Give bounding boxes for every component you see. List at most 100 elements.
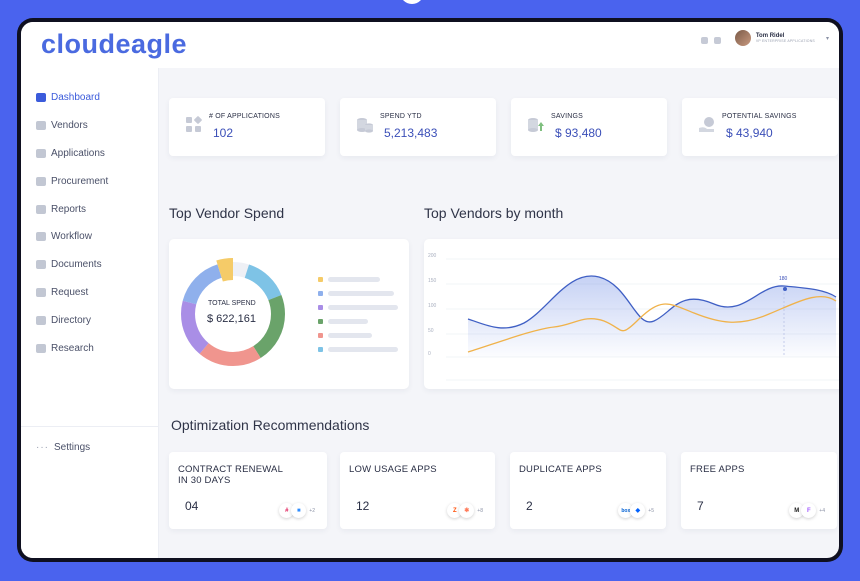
recommendation-title: DUPLICATE APPS bbox=[519, 464, 602, 475]
more-apps-count: +4 bbox=[819, 507, 825, 514]
vendors-icon bbox=[36, 121, 46, 131]
legend-placeholder-bar bbox=[328, 291, 394, 296]
device-notch bbox=[400, 0, 424, 4]
y-tick-label: 100 bbox=[428, 303, 437, 309]
avatar bbox=[734, 30, 751, 46]
sidebar-item-directory[interactable]: Directory bbox=[36, 306, 108, 334]
legend-placeholder-bar bbox=[328, 347, 398, 352]
legend-swatch bbox=[318, 305, 323, 310]
legend-placeholder-bar bbox=[328, 277, 380, 282]
sidebar-item-label: Reports bbox=[51, 203, 87, 215]
recommendation-card[interactable]: LOW USAGE APPS 12 Z ✱ +8 bbox=[340, 452, 495, 529]
legend-swatch bbox=[318, 347, 323, 352]
app-screen: cloudeagle Tom Ridel VP ENTERPRISE APPLI… bbox=[21, 22, 839, 558]
hover-marker bbox=[783, 287, 787, 291]
recommendation-card[interactable]: FREE APPS 7 M F +4 bbox=[681, 452, 837, 529]
kpi-label: SPEND YTD bbox=[380, 113, 422, 120]
recommendation-app-icons[interactable]: box ◆ +5 bbox=[618, 503, 654, 518]
y-tick-label: 50 bbox=[428, 328, 434, 334]
recommendation-title-line: FREE APPS bbox=[690, 464, 745, 475]
recommendation-count: 04 bbox=[185, 499, 199, 513]
recommendation-title-line: IN 30 DAYS bbox=[178, 475, 231, 486]
sidebar-item-label: Vendors bbox=[51, 120, 88, 132]
more-apps-count: +8 bbox=[477, 507, 483, 514]
legend-swatch bbox=[318, 319, 323, 324]
sidebar-item-label: Applications bbox=[51, 147, 105, 159]
sidebar-item-settings[interactable]: ··· Settings bbox=[36, 442, 90, 453]
blue-series-area bbox=[468, 275, 836, 357]
sidebar-item-label: Settings bbox=[54, 442, 91, 453]
sidebar-item-applications[interactable]: Applications bbox=[36, 140, 108, 168]
legend-swatch bbox=[318, 291, 323, 296]
settings-dots-icon: ··· bbox=[36, 442, 49, 453]
sidebar-item-label: Request bbox=[51, 286, 89, 298]
procurement-icon bbox=[36, 176, 46, 186]
recommendation-title: FREE APPS bbox=[690, 464, 745, 475]
legend-placeholder-bar bbox=[328, 319, 368, 324]
sidebar-item-workflow[interactable]: Workflow bbox=[36, 223, 108, 251]
hand-coin-icon bbox=[699, 117, 714, 132]
total-spend-value: $ 622,161 bbox=[207, 313, 256, 325]
kpi-card-savings[interactable]: SAVINGS $ 93,480 bbox=[511, 98, 667, 156]
optimization-title: Optimization Recommendations bbox=[171, 417, 370, 433]
cloudeagle-logo[interactable]: cloudeagle bbox=[41, 29, 187, 60]
header-icons bbox=[701, 37, 721, 44]
legend-placeholder-bar bbox=[328, 333, 372, 338]
recommendation-card[interactable]: DUPLICATE APPS 2 box ◆ +5 bbox=[510, 452, 666, 529]
kpi-label: # OF APPLICATIONS bbox=[209, 113, 280, 120]
sidebar-item-procurement[interactable]: Procurement bbox=[36, 167, 108, 195]
user-role: VP ENTERPRISE APPLICATIONS bbox=[755, 39, 815, 43]
sidebar-item-dashboard[interactable]: Dashboard bbox=[36, 84, 108, 112]
research-icon bbox=[36, 343, 46, 353]
recommendation-title-line: CONTRACT RENEWAL bbox=[178, 464, 284, 475]
kpi-card-applications[interactable]: # OF APPLICATIONS 102 bbox=[169, 98, 325, 156]
applications-icon bbox=[36, 148, 46, 158]
user-menu[interactable]: Tom Ridel VP ENTERPRISE APPLICATIONS ▾ bbox=[734, 30, 829, 46]
sidebar-nav: Dashboard Vendors Applications Procurement R… bbox=[36, 84, 108, 362]
user-info: Tom Ridel VP ENTERPRISE APPLICATIONS bbox=[756, 33, 815, 43]
recommendation-card[interactable]: CONTRACT RENEWAL IN 30 DAYS 04 # ■ +2 bbox=[169, 452, 327, 529]
request-icon bbox=[36, 287, 46, 297]
sidebar-item-vendors[interactable]: Vendors bbox=[36, 112, 108, 140]
recommendation-app-icons[interactable]: Z ✱ +8 bbox=[447, 503, 483, 518]
top-vendor-spend-title: Top Vendor Spend bbox=[169, 205, 285, 221]
y-tick-label: 200 bbox=[428, 253, 437, 259]
recommendation-app-icons[interactable]: # ■ +2 bbox=[279, 503, 315, 518]
help-icon[interactable] bbox=[714, 37, 721, 44]
recommendation-title: CONTRACT RENEWAL IN 30 DAYS bbox=[178, 464, 283, 486]
documents-icon bbox=[36, 260, 46, 270]
vendors-by-month-card: 200 150 100 50 0 180 bbox=[424, 239, 839, 389]
vendor-spend-card: 34% TOTAL SPEND $ 622,161 bbox=[169, 239, 409, 389]
total-spend-label: TOTAL SPEND bbox=[208, 300, 256, 307]
recommendation-count: 2 bbox=[526, 499, 533, 513]
legend-swatch bbox=[318, 333, 323, 338]
zoom-icon: ■ bbox=[291, 503, 307, 518]
device-frame: cloudeagle Tom Ridel VP ENTERPRISE APPLI… bbox=[17, 18, 843, 562]
recommendation-count: 12 bbox=[356, 499, 370, 513]
chevron-down-icon[interactable]: ▾ bbox=[826, 35, 829, 42]
dropbox-icon: ◆ bbox=[630, 503, 646, 518]
kpi-label: POTENTIAL SAVINGS bbox=[722, 113, 797, 120]
sidebar-item-research[interactable]: Research bbox=[36, 334, 108, 362]
figma-icon: F bbox=[801, 503, 817, 518]
sidebar-item-reports[interactable]: Reports bbox=[36, 195, 108, 223]
sidebar-item-label: Workflow bbox=[51, 231, 92, 243]
highlight-percent-label: 34% bbox=[281, 285, 294, 291]
reports-icon bbox=[36, 204, 46, 214]
sidebar-item-label: Dashboard bbox=[51, 92, 100, 104]
notification-bell-icon[interactable] bbox=[701, 37, 708, 44]
recommendation-count: 7 bbox=[697, 499, 704, 513]
sidebar-item-label: Research bbox=[51, 342, 94, 354]
recommendation-app-icons[interactable]: M F +4 bbox=[789, 503, 825, 518]
sidebar-item-request[interactable]: Request bbox=[36, 279, 108, 307]
sidebar-item-documents[interactable]: Documents bbox=[36, 251, 108, 279]
kpi-value: $ 93,480 bbox=[555, 126, 602, 140]
hover-tooltip-value: 180 bbox=[779, 276, 788, 282]
kpi-value: $ 43,940 bbox=[726, 126, 773, 140]
kpi-card-spend-ytd[interactable]: SPEND YTD 5,213,483 bbox=[340, 98, 496, 156]
more-apps-count: +2 bbox=[309, 507, 315, 514]
kpi-value: 102 bbox=[213, 126, 234, 140]
top-vendors-by-month-title: Top Vendors by month bbox=[424, 205, 564, 221]
kpi-card-potential-savings[interactable]: POTENTIAL SAVINGS $ 43,940 bbox=[682, 98, 838, 156]
hubspot-icon: ✱ bbox=[459, 503, 475, 518]
